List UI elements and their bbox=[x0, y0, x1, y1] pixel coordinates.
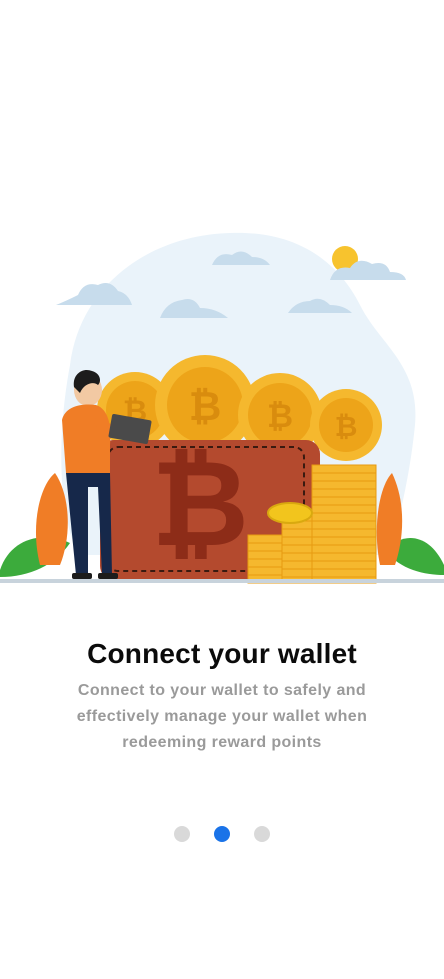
wallet-bitcoin-illustration: ₿ ₿ ₿ ₿ ₿ bbox=[0, 232, 444, 584]
coin-icon: ₿ bbox=[310, 389, 382, 461]
page-title: Connect your wallet bbox=[87, 638, 357, 669]
page-dot-3[interactable] bbox=[254, 826, 270, 842]
page-dot-1[interactable] bbox=[174, 826, 190, 842]
svg-text:₿: ₿ bbox=[151, 435, 249, 574]
page-dot-2[interactable] bbox=[214, 826, 230, 842]
page-indicator bbox=[0, 826, 444, 842]
page-description: Connect to your wallet to safely and eff… bbox=[76, 682, 368, 751]
svg-text:₿: ₿ bbox=[267, 397, 293, 435]
svg-text:₿: ₿ bbox=[335, 410, 358, 443]
svg-text:₿: ₿ bbox=[189, 384, 222, 430]
